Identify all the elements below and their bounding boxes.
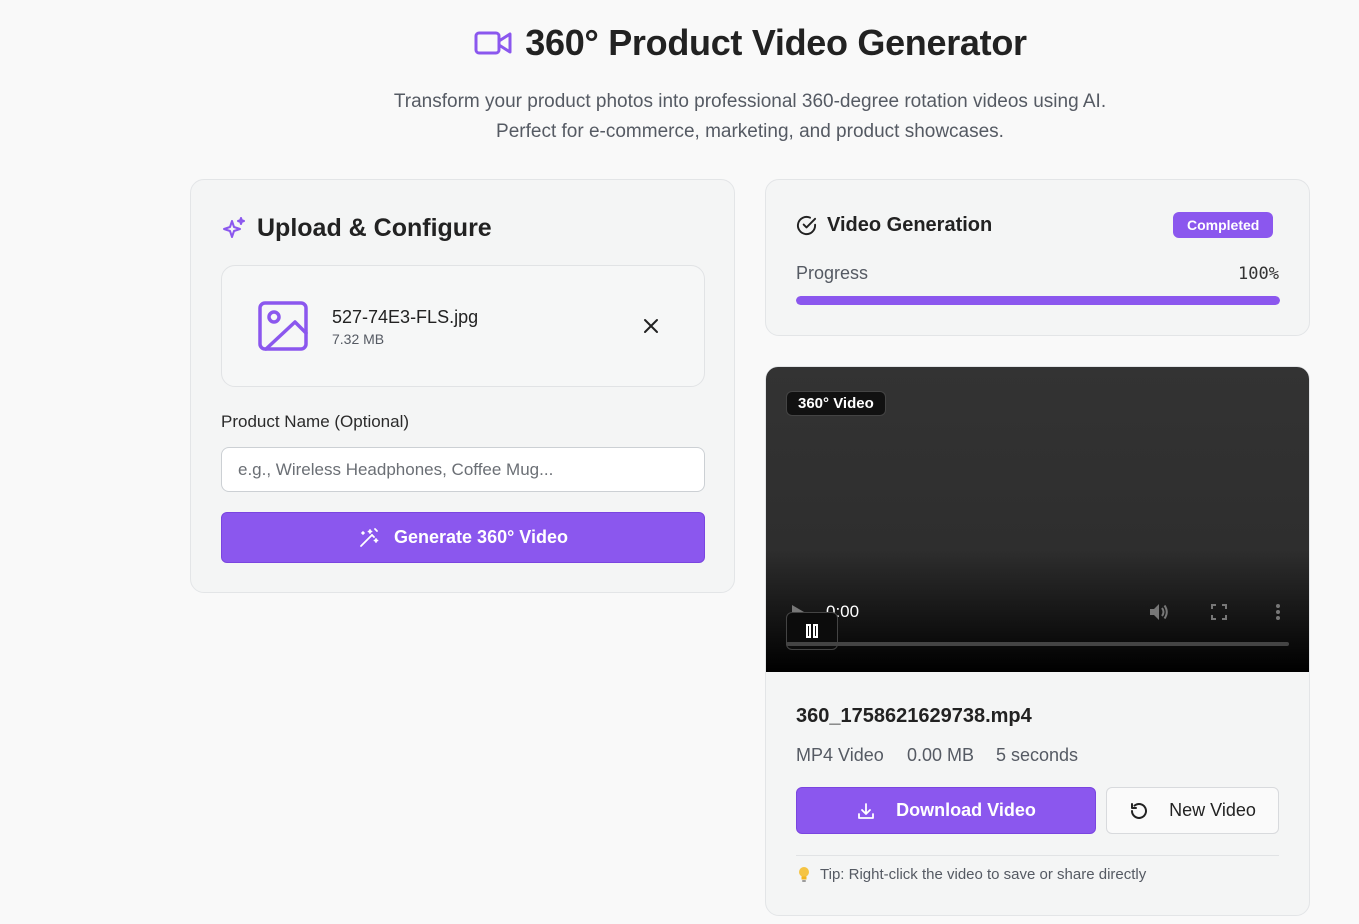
page-subtitle-line2: Perfect for e-commerce, marketing, and p… (496, 121, 1004, 142)
upload-card-title: Upload & Configure (257, 214, 492, 242)
new-video-button[interactable]: New Video (1106, 787, 1279, 834)
generate-video-button[interactable]: Generate 360° Video (221, 512, 705, 563)
generate-video-label: Generate 360° Video (394, 527, 568, 547)
download-icon (858, 802, 875, 819)
video-size: 0.00 MB (907, 745, 975, 765)
video-duration: 5 seconds (996, 745, 1079, 765)
upload-card: Upload & Configure 527-74E3-FLS.jpg 7.32… (190, 179, 735, 593)
generation-card-title: Video Generation (827, 214, 993, 236)
video-seek-bar[interactable] (786, 642, 1289, 646)
file-size: 7.32 MB (332, 331, 385, 347)
tip-row: Tip: Right-click the video to save or sh… (796, 866, 1146, 883)
tip-text: Tip: Right-click the video to save or sh… (820, 866, 1147, 883)
generation-card: Video Generation Completed Progress 100% (765, 179, 1310, 336)
generation-card-header: Video Generation (796, 214, 992, 237)
fullscreen-icon[interactable] (1211, 604, 1227, 625)
refresh-icon (1131, 802, 1148, 819)
check-circle-icon (796, 215, 817, 236)
product-name-label: Product Name (Optional) (221, 412, 410, 431)
product-name-input[interactable] (221, 447, 705, 492)
page-title: 360° Product Video Generator (525, 22, 1027, 63)
upload-card-header: Upload & Configure (221, 214, 492, 243)
download-video-button[interactable]: Download Video (796, 787, 1096, 834)
progress-label: Progress (796, 263, 869, 283)
divider (796, 855, 1279, 856)
image-icon (257, 300, 309, 357)
lightbulb-icon (796, 866, 812, 883)
page-header: 360° Product Video Generator (0, 22, 1359, 64)
volume-icon[interactable] (1148, 602, 1170, 627)
file-name: 527-74E3-FLS.jpg (332, 307, 479, 327)
close-icon (644, 319, 658, 333)
remove-file-button[interactable] (642, 317, 660, 340)
status-badge: Completed (1173, 212, 1274, 238)
pause-icon (806, 624, 818, 638)
more-vertical-icon[interactable] (1275, 603, 1281, 626)
progress-track (796, 296, 1280, 305)
wand-icon (360, 527, 379, 547)
video-tag-badge: 360° Video (786, 391, 886, 416)
page-subtitle-line1: Transform your product photos into profe… (393, 91, 1107, 112)
sparkles-icon (221, 216, 247, 242)
progress-percent: 100% (1238, 264, 1279, 284)
uploaded-file: 527-74E3-FLS.jpg 7.32 MB (221, 265, 705, 387)
video-file-name: 360_1758621629738.mp4 (796, 705, 1032, 727)
video-format: MP4 Video (796, 745, 884, 765)
new-video-label: New Video (1169, 800, 1256, 820)
video-player[interactable]: 360° Video 0:00 (766, 367, 1309, 672)
download-video-label: Download Video (896, 800, 1036, 820)
progress-fill (796, 296, 1280, 305)
video-camera-icon (473, 23, 513, 63)
